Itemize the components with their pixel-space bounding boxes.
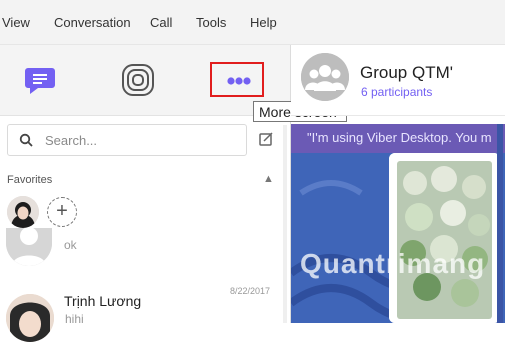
search-icon [19,133,33,147]
watermark-text: Quantrimang [300,248,486,279]
chevron-up-icon[interactable]: ▲ [263,173,274,185]
search-placeholder: Search... [45,133,98,148]
more-dots-icon[interactable] [226,74,252,85]
menu-help[interactable]: Help [250,15,277,30]
add-favorite-button[interactable]: + [47,197,77,227]
group-avatar[interactable] [301,53,349,101]
conversation-name[interactable]: Trịnh Lương [64,293,141,309]
conversation-date: 8/22/2017 [230,286,271,296]
menu-conversation[interactable]: Conversation [54,15,131,30]
compose-icon[interactable] [259,132,273,146]
avatar[interactable] [6,294,54,342]
avatar[interactable] [6,228,52,266]
menu-call[interactable]: Call [150,15,172,30]
shared-photo[interactable] [389,153,500,323]
favorites-label: Favorites [7,174,53,186]
chat-title[interactable]: Group QTM' [360,63,453,83]
search-input[interactable] [7,124,247,156]
stories-icon[interactable] [121,63,155,97]
favorite-avatar[interactable] [7,196,39,228]
conversation-preview: ok [64,238,77,252]
sidebar-scrollbar[interactable] [283,125,287,323]
chat-scrollbar[interactable] [497,124,503,323]
participants-link[interactable]: 6 participants [361,85,432,99]
status-text: "I'm using Viber Desktop. You m [307,130,492,145]
menu-view[interactable]: View [2,15,30,30]
conversation-preview: hihi [65,312,84,326]
chat-bubble-icon[interactable] [24,64,56,96]
menu-tools[interactable]: Tools [196,15,226,30]
